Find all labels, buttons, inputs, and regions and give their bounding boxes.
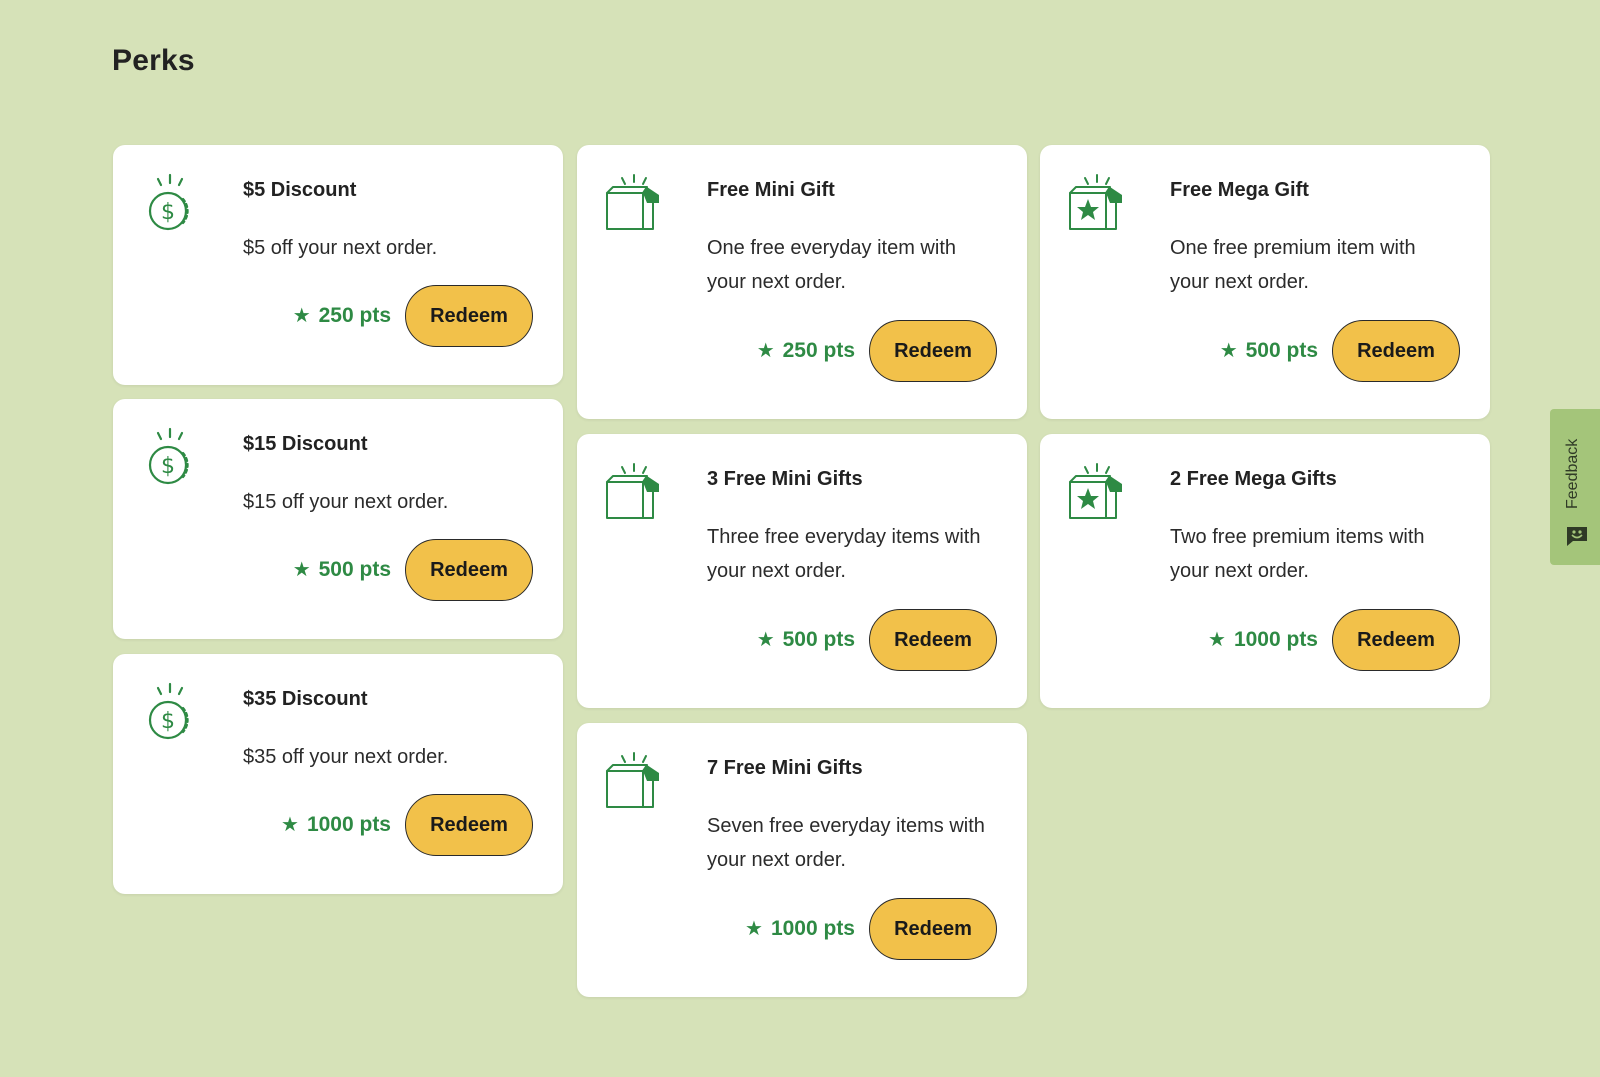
svg-text:$: $: [161, 709, 175, 734]
perk-description: $35 off your next order.: [243, 746, 449, 768]
perk-card-7-free-mini-gifts: 7 Free Mini Gifts Seven free everyday it…: [577, 723, 1027, 997]
perk-description: Two free premium items with your next or…: [1170, 526, 1425, 582]
perk-title: Free Mega Gift: [1170, 179, 1309, 201]
perk-title: Free Mini Gift: [707, 179, 835, 201]
redeem-button[interactable]: Redeem: [869, 320, 997, 382]
points-cost: ★ 250 pts: [292, 304, 391, 327]
gift-box-icon: [606, 463, 659, 519]
star-icon: ★: [292, 559, 311, 581]
redeem-button[interactable]: Redeem: [405, 794, 533, 856]
star-icon: ★: [1208, 629, 1226, 651]
points-cost: ★ 500 pts: [292, 558, 391, 581]
perk-description: $5 off your next order.: [243, 237, 438, 259]
perk-description: Seven free everyday items with your next…: [707, 815, 985, 871]
perk-description: One free premium item with your next ord…: [1170, 237, 1416, 293]
perk-card-3-free-mini-gifts: 3 Free Mini Gifts Three free everyday it…: [577, 434, 1027, 708]
dollar-coin-icon: $: [148, 682, 189, 740]
star-gift-box-icon: [1069, 463, 1122, 519]
perk-description: One free everyday item with your next or…: [707, 237, 956, 293]
points-cost: ★ 500 pts: [1219, 339, 1318, 362]
star-gift-box-icon: [1069, 174, 1122, 230]
perk-card-35-discount: $ $35 Discount $35 off your next order. …: [113, 654, 563, 894]
gift-box-icon: [606, 752, 659, 808]
perk-card-15-discount: $ $15 Discount $15 off your next order. …: [113, 399, 563, 639]
star-icon: ★: [756, 629, 775, 651]
perk-card-free-mini-gift: Free Mini Gift One free everyday item wi…: [577, 145, 1027, 419]
dollar-coin-icon: $: [148, 173, 189, 231]
star-icon: ★: [745, 918, 763, 940]
redeem-button[interactable]: Redeem: [869, 609, 997, 671]
redeem-button[interactable]: Redeem: [869, 898, 997, 960]
perk-title: 7 Free Mini Gifts: [707, 757, 863, 779]
perk-title: $35 Discount: [243, 688, 368, 710]
star-icon: ★: [292, 305, 311, 327]
svg-text:$: $: [161, 200, 175, 225]
redeem-button[interactable]: Redeem: [405, 285, 533, 347]
perk-title: $5 Discount: [243, 179, 357, 201]
gift-box-icon: [606, 174, 659, 230]
points-cost: ★ 1000 pts: [1208, 628, 1318, 651]
perk-card-5-discount: $ $5 Discount $5 off your next order. ★ 2…: [113, 145, 563, 385]
page-title: Perks: [112, 44, 195, 77]
perk-description: Three free everyday items with your next…: [707, 526, 981, 582]
feedback-tab[interactable]: Feedback: [1550, 409, 1600, 565]
points-cost: ★ 500 pts: [756, 628, 855, 651]
perk-card-2-free-mega-gifts: 2 Free Mega Gifts Two free premium items…: [1040, 434, 1490, 708]
perk-description: $15 off your next order.: [243, 491, 449, 513]
feedback-label: Feedback: [1564, 438, 1581, 509]
smile-icon: [1567, 527, 1587, 546]
points-cost: ★ 1000 pts: [281, 813, 391, 836]
perk-title: $15 Discount: [243, 433, 368, 455]
star-icon: ★: [756, 340, 775, 362]
dollar-coin-icon: $: [148, 427, 189, 485]
redeem-button[interactable]: Redeem: [1332, 609, 1460, 671]
svg-text:$: $: [161, 454, 175, 479]
redeem-button[interactable]: Redeem: [405, 539, 533, 601]
points-cost: ★ 250 pts: [756, 339, 855, 362]
perk-card-free-mega-gift: Free Mega Gift One free premium item wit…: [1040, 145, 1490, 419]
star-icon: ★: [281, 814, 299, 836]
perk-title: 3 Free Mini Gifts: [707, 468, 863, 490]
perk-title: 2 Free Mega Gifts: [1170, 468, 1337, 490]
star-icon: ★: [1219, 340, 1238, 362]
points-cost: ★ 1000 pts: [745, 917, 855, 940]
redeem-button[interactable]: Redeem: [1332, 320, 1460, 382]
